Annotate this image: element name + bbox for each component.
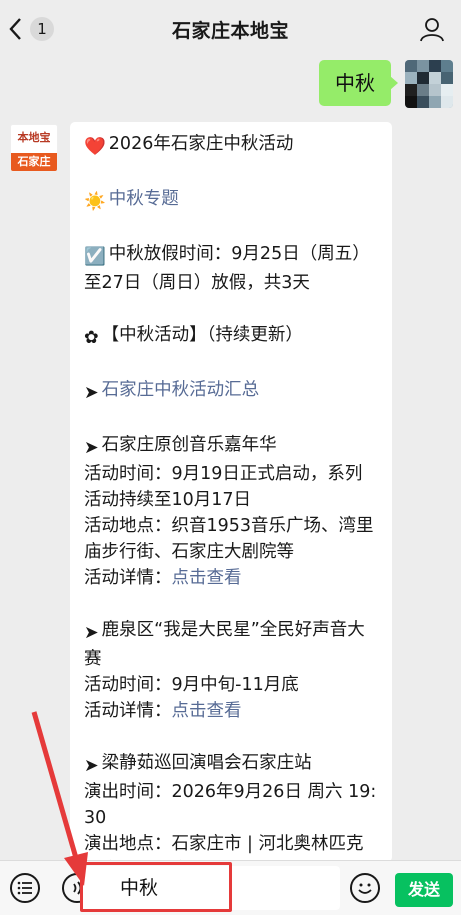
message-line: ➤ 石家庄原创音乐嘉年华 (84, 432, 378, 461)
inline-icon: ❤️ (84, 137, 106, 157)
inline-icon: ☑️ (84, 247, 106, 267)
topic-link[interactable]: 中秋专题 (109, 189, 179, 209)
smiley-icon[interactable] (350, 873, 380, 903)
inline-icon: ➤ (84, 623, 99, 643)
message-line: 活动详情：点击查看 (84, 698, 378, 724)
topic-link[interactable]: 石家庄中秋活动汇总 (102, 380, 260, 400)
message-line[interactable]: ☀️ 中秋专题 (84, 186, 378, 215)
message-text: 鹿泉区“我是大民星”全民好声音大赛 (84, 620, 365, 669)
message-line: 活动地点：织音1953音乐广场、湾里庙步行街、石家庄大剧院等 (84, 513, 378, 565)
details-link[interactable]: 点击查看 (172, 568, 242, 588)
message-line: 演出地点：石家庄市 | 河北奥林匹克体育中心体育场 (84, 831, 378, 862)
bot-avatar[interactable]: 本地宝 石家庄 (10, 124, 58, 172)
inline-icon: ✿ (84, 328, 99, 348)
message-text: 活动详情： (84, 701, 172, 721)
message-line: 活动详情：点击查看 (84, 565, 378, 591)
message-text: 活动地点：织音1953音乐广场、湾里庙步行街、石家庄大剧院等 (84, 516, 374, 562)
message-text: 石家庄原创音乐嘉年华 (101, 435, 277, 455)
message-text: 演出时间：2026年9月26日 周六 19:30 (84, 782, 377, 828)
message-line: ✿ 【中秋活动】（持续更新） (84, 322, 378, 351)
message-text: 【中秋活动】（持续更新） (101, 325, 303, 345)
message-text: 活动详情： (84, 568, 172, 588)
logo-text-top: 本地宝 (17, 131, 51, 144)
message-text: 中秋放假时间：9月25日（周五）至27日（周日）放假，共3天 (84, 244, 370, 293)
inline-icon: ☀️ (84, 192, 106, 212)
inline-icon: ➤ (84, 383, 99, 403)
chat-title: 石家庄本地宝 (171, 20, 289, 42)
person-icon[interactable] (419, 16, 445, 42)
message-line: 活动时间：9月中旬-11月底 (84, 672, 378, 698)
message-line: 演出时间：2026年9月26日 周六 19:30 (84, 779, 378, 831)
message-text: 演出地点：石家庄市 | 河北奥林匹克体育中心体育场 (84, 834, 364, 862)
message-line: ☑️ 中秋放假时间：9月25日（周五）至27日（周日）放假，共3天 (84, 241, 378, 296)
message-text: 活动时间：9月19日正式启动，系列活动持续至10月17日 (84, 464, 363, 510)
my-message-bubble[interactable]: 中秋 (319, 60, 398, 106)
message-line[interactable]: ➤ 石家庄中秋活动汇总 (84, 377, 378, 406)
message-text: 2026年石家庄中秋活动 (108, 134, 294, 154)
message-line: ➤ 鹿泉区“我是大民星”全民好声音大赛 (84, 617, 378, 672)
list-icon[interactable] (10, 873, 40, 903)
logo-text-bottom: 石家庄 (11, 153, 57, 171)
inline-icon: ➤ (84, 756, 99, 776)
annotation-highlight-box (80, 862, 232, 912)
details-link[interactable]: 点击查看 (172, 701, 242, 721)
chat-header: 1 石家庄本地宝 (0, 0, 461, 58)
message-text: 活动时间：9月中旬-11月底 (84, 675, 299, 695)
message-line: 活动时间：9月19日正式启动，系列活动持续至10月17日 (84, 461, 378, 513)
my-avatar[interactable] (405, 60, 453, 108)
bot-message-bubble: ❤️ 2026年石家庄中秋活动 ☀️ 中秋专题 ☑️ 中秋放假时间：9月25日（周五）至2… (70, 122, 392, 862)
message-line: ❤️ 2026年石家庄中秋活动 (84, 131, 378, 160)
send-button[interactable]: 发送 (395, 873, 453, 907)
inline-icon: ➤ (84, 438, 99, 458)
message-text: 梁静茹巡回演唱会石家庄站 (101, 753, 312, 773)
message-line: ➤ 梁静茹巡回演唱会石家庄站 (84, 750, 378, 779)
